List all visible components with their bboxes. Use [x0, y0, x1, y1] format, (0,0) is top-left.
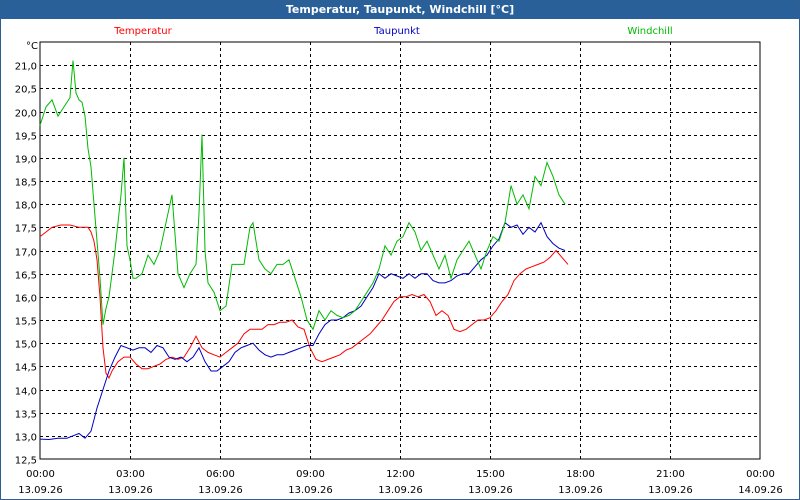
x-tick-date: 13.09.26 [108, 485, 153, 496]
y-tick-label: 19,5 [15, 132, 37, 143]
x-tick-time: 03:00 [116, 469, 145, 480]
line-chart: 12,5 13,0 13,5 14,0 14,5 15,0 15,5 16,0 16,5 17,0… [15, 26, 783, 496]
y-tick-label: 19,0 [15, 155, 37, 166]
legend-temperatur: Temperatur [113, 26, 172, 37]
y-tick-label: 18,5 [15, 178, 37, 189]
y-tick-label: 17,0 [15, 248, 37, 259]
y-tick-label: 18,0 [15, 201, 37, 212]
x-tick-date: 14.09.26 [738, 485, 783, 496]
y-tick-label: 13,0 [15, 433, 37, 444]
x-tick-date: 13.09.26 [18, 485, 63, 496]
x-tick-time: 00:00 [26, 469, 55, 480]
x-tick-time: 09:00 [296, 469, 325, 480]
legend-taupunkt: Taupunkt [373, 26, 420, 37]
y-tick-label: 16,0 [15, 294, 37, 305]
y-tick-label: 15,5 [15, 317, 37, 328]
x-tick-time: 18:00 [566, 469, 595, 480]
x-tick-time: 15:00 [476, 469, 505, 480]
x-tick-time: 06:00 [206, 469, 235, 480]
x-tick-time: 21:00 [656, 469, 685, 480]
x-tick-date: 13.09.26 [288, 485, 333, 496]
y-tick-label: 21,0 [15, 62, 37, 73]
x-tick-date: 13.09.26 [648, 485, 693, 496]
y-tick-label: 14,0 [15, 387, 37, 398]
y-tick-label: 12,5 [15, 456, 37, 467]
x-tick-date: 13.09.26 [558, 485, 603, 496]
y-tick-label: 17,5 [15, 224, 37, 235]
y-tick-label: 20,0 [15, 109, 37, 120]
y-tick-label: 14,5 [15, 363, 37, 374]
y-tick-label: 13,5 [15, 410, 37, 421]
x-tick-date: 13.09.26 [378, 485, 423, 496]
y-tick-label: 20,5 [15, 85, 37, 96]
x-tick-date: 13.09.26 [198, 485, 243, 496]
y-tick-label: 16,5 [15, 271, 37, 282]
x-tick-time: 00:00 [746, 469, 775, 480]
y-tick-label: 15,0 [15, 340, 37, 351]
y-axis-label: °C [26, 41, 38, 52]
legend-windchill: Windchill [627, 26, 672, 37]
x-tick-time: 12:00 [386, 469, 415, 480]
x-tick-date: 13.09.26 [468, 485, 513, 496]
